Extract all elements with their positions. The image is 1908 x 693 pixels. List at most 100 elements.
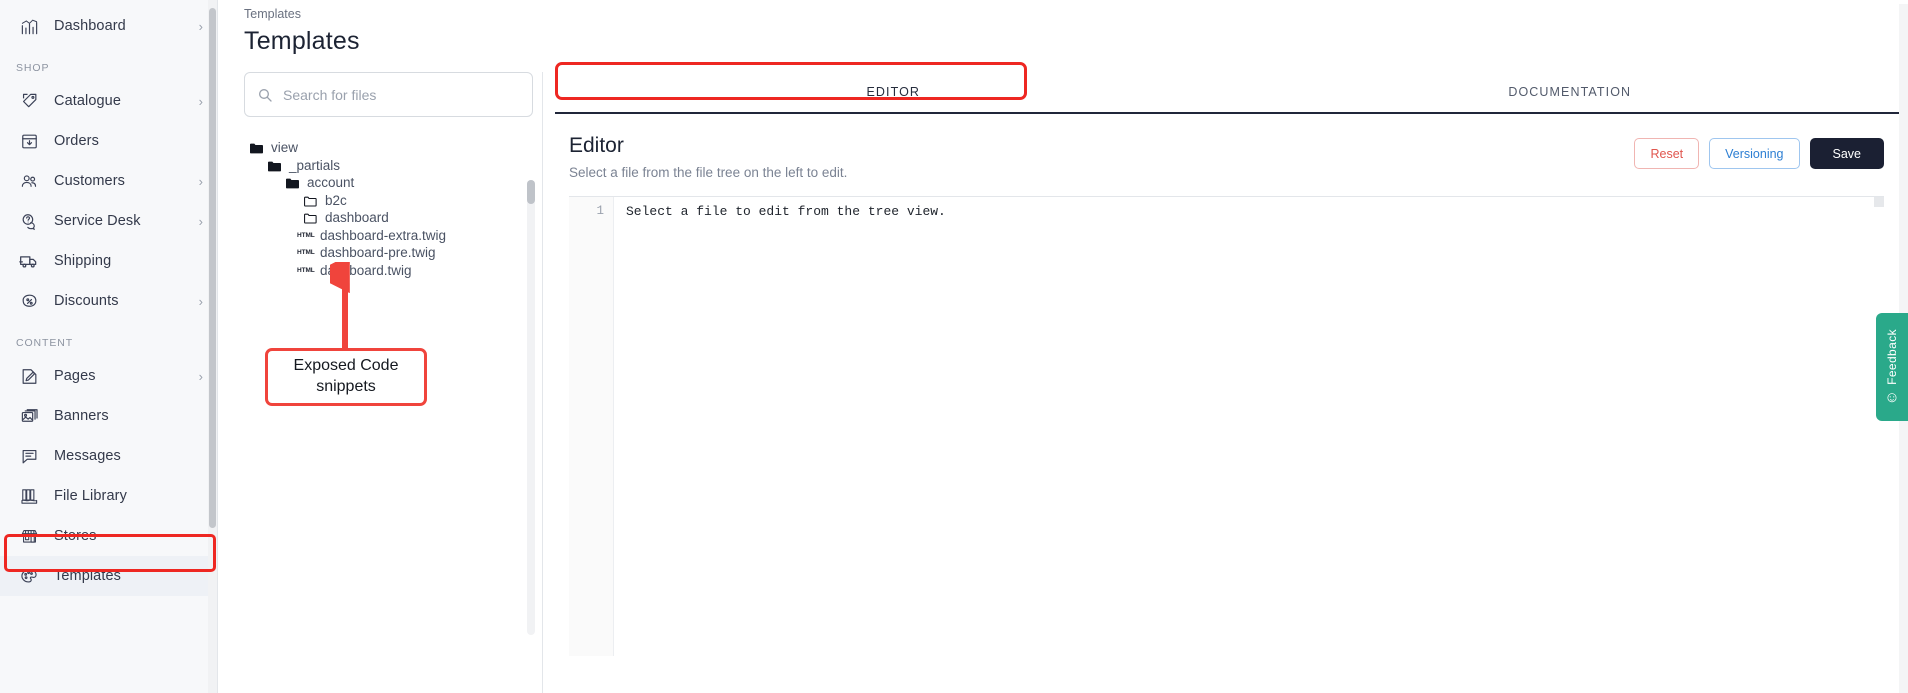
percent-tag-icon	[16, 289, 42, 313]
editor-actions: Reset Versioning Save	[1634, 134, 1884, 169]
tree-folder-b2c[interactable]: b2c	[244, 192, 533, 210]
sidebar-scrollbar-track[interactable]	[208, 0, 217, 693]
sidebar-item-banners[interactable]: Banners	[0, 396, 217, 436]
question-chat-icon	[16, 209, 42, 233]
tag-icon	[16, 89, 42, 113]
chevron-right-icon: ›	[198, 18, 203, 34]
sidebar-item-messages[interactable]: Messages	[0, 436, 217, 476]
library-icon	[16, 484, 42, 508]
tree-item-label: dashboard	[325, 210, 389, 226]
versioning-button[interactable]: Versioning	[1709, 138, 1800, 169]
sidebar-item-catalogue[interactable]: Catalogue ›	[0, 81, 217, 121]
sidebar-item-shipping[interactable]: Shipping	[0, 241, 217, 281]
tab-editor[interactable]: EDITOR	[555, 62, 1232, 112]
sidebar-item-label: File Library	[54, 488, 127, 504]
tree-file-dashboard-pre[interactable]: HTML dashboard-pre.twig	[244, 244, 533, 262]
sidebar-item-label: Discounts	[54, 293, 119, 309]
truck-icon	[16, 249, 42, 273]
html-file-icon: HTML	[297, 266, 315, 274]
search-box[interactable]	[244, 72, 533, 117]
folder-outline-icon	[304, 212, 317, 224]
tree-item-label: b2c	[325, 192, 347, 208]
editor-tabs: EDITOR DOCUMENTATION	[555, 62, 1908, 114]
save-button[interactable]: Save	[1809, 138, 1884, 169]
tree-file-dashboard[interactable]: HTML dashboard.twig	[244, 262, 533, 280]
reset-button[interactable]: Reset	[1634, 138, 1700, 169]
editor-title: Editor	[569, 134, 624, 157]
tree-item-label: view	[271, 140, 299, 156]
chevron-right-icon: ›	[198, 93, 203, 109]
tree-item-label: dashboard-extra.twig	[320, 227, 447, 243]
tree-folder-view[interactable]: view	[244, 139, 533, 157]
sidebar-item-label: Messages	[54, 448, 121, 464]
sidebar-item-label: Service Desk	[54, 213, 141, 229]
callout-line-2: snippets	[316, 378, 376, 395]
sidebar-item-file-library[interactable]: File Library	[0, 476, 217, 516]
feedback-tab[interactable]: Feedback ☺	[1876, 313, 1908, 421]
sidebar-item-dashboard[interactable]: Dashboard ›	[0, 6, 217, 46]
tree-folder-partials[interactable]: _partials	[244, 157, 533, 175]
speech-lines-icon	[16, 444, 42, 468]
tree-folder-account[interactable]: account	[244, 174, 533, 192]
smiley-face-icon: ☺	[1884, 389, 1900, 407]
sidebar-item-service-desk[interactable]: Service Desk ›	[0, 201, 217, 241]
callout-line-1: Exposed Code	[293, 357, 399, 375]
editor-column: EDITOR DOCUMENTATION Editor Select a fil…	[543, 62, 1908, 693]
chevron-right-icon: ›	[198, 213, 203, 229]
file-panel-scrollbar-track[interactable]	[527, 180, 535, 635]
search-input[interactable]	[283, 86, 520, 103]
sidebar-item-orders[interactable]: Orders	[0, 121, 217, 161]
breadcrumb[interactable]: Templates	[218, 0, 1908, 21]
sidebar-item-label: Orders	[54, 133, 99, 149]
annotation-callout: Exposed Code snippets	[265, 348, 427, 406]
file-panel-scrollbar-thumb[interactable]	[527, 180, 535, 204]
images-icon	[16, 404, 42, 428]
sidebar-item-label: Stores	[54, 528, 97, 544]
tree-item-label: account	[307, 175, 355, 191]
tree-item-label: dashboard-pre.twig	[320, 245, 436, 261]
chevron-right-icon: ›	[198, 293, 203, 309]
chevron-right-icon: ›	[198, 368, 203, 384]
folder-filled-icon	[268, 160, 281, 172]
tab-documentation[interactable]: DOCUMENTATION	[1232, 72, 1908, 112]
search-icon	[257, 87, 273, 103]
html-file-icon: HTML	[297, 249, 315, 257]
sidebar-item-stores[interactable]: Stores	[0, 516, 217, 556]
tree-folder-dashboard[interactable]: dashboard	[244, 209, 533, 227]
chart-bars-icon	[16, 14, 42, 38]
editor-subtitle: Select a file from the file tree on the …	[569, 165, 848, 180]
sidebar-scrollbar-thumb[interactable]	[209, 8, 216, 528]
tree-item-label: _partials	[289, 157, 341, 173]
editor-header-text: Editor Select a file from the file tree …	[569, 134, 1634, 180]
editor-header: Editor Select a file from the file tree …	[555, 114, 1908, 180]
folder-filled-icon	[286, 177, 299, 189]
sidebar: Dashboard › SHOP Catalogue › Orders Cust…	[0, 0, 218, 693]
folder-filled-icon	[250, 142, 263, 154]
app-root: Dashboard › SHOP Catalogue › Orders Cust…	[0, 0, 1908, 693]
annotation-highlight-editor-tab	[555, 62, 1027, 100]
code-editor[interactable]: 1 Select a file to edit from the tree vi…	[569, 196, 1884, 656]
code-content[interactable]: Select a file to edit from the tree view…	[614, 197, 1884, 656]
code-line-numbers: 1	[569, 197, 614, 656]
sidebar-item-label: Customers	[54, 173, 125, 189]
annotation-callout-text: Exposed Code snippets	[294, 356, 399, 398]
sidebar-item-label: Dashboard	[54, 18, 126, 34]
sidebar-item-customers[interactable]: Customers ›	[0, 161, 217, 201]
code-scrollbar-corner[interactable]	[1874, 197, 1884, 207]
html-file-icon: HTML	[297, 231, 315, 239]
sidebar-item-label: Banners	[54, 408, 109, 424]
sidebar-item-discounts[interactable]: Discounts ›	[0, 281, 217, 321]
feedback-label: Feedback	[1885, 328, 1899, 385]
tab-label: DOCUMENTATION	[1508, 85, 1632, 99]
sidebar-item-templates[interactable]: Templates	[0, 556, 217, 596]
box-down-icon	[16, 129, 42, 153]
page-title: Templates	[244, 27, 360, 55]
sidebar-item-label: Catalogue	[54, 93, 122, 109]
file-tree: view _partials account b2c dashboard HTM…	[244, 139, 533, 279]
sidebar-group-shop: SHOP	[16, 62, 50, 74]
sidebar-item-pages[interactable]: Pages ›	[0, 356, 217, 396]
tree-file-dashboard-extra[interactable]: HTML dashboard-extra.twig	[244, 227, 533, 245]
page-edit-icon	[16, 364, 42, 388]
sidebar-group-content: CONTENT	[16, 337, 74, 349]
sidebar-item-label: Pages	[54, 368, 96, 384]
